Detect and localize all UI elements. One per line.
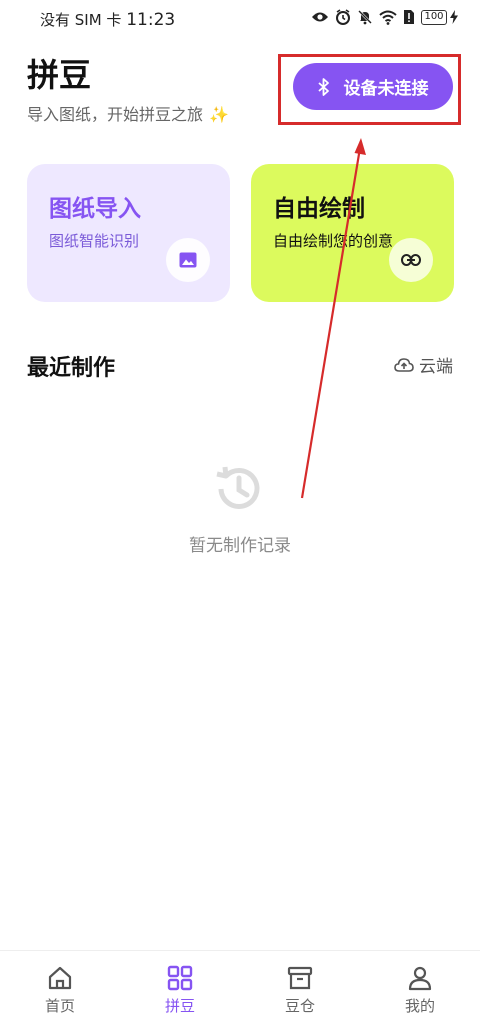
mute-bell-icon xyxy=(358,10,372,25)
draw-card-desc: 自由绘制您的创意 xyxy=(273,232,394,250)
eye-icon xyxy=(312,12,328,22)
cloud-button[interactable]: 云端 xyxy=(394,352,453,377)
nav-label-pindou: 拼豆 xyxy=(164,997,195,1015)
import-pattern-card[interactable]: 图纸导入 图纸智能识别 xyxy=(27,164,230,302)
grid-icon xyxy=(167,965,193,991)
page-title: 拼豆 xyxy=(27,56,92,94)
image-icon xyxy=(166,238,210,282)
screen: 没有 SIM 卡 11:23 100 拼豆 导入图纸，开始拼豆之旅 ✨ 设备未连… xyxy=(0,0,480,1027)
empty-state-text: 暂无制作记录 xyxy=(189,536,291,556)
import-card-desc: 图纸智能识别 xyxy=(49,232,140,250)
wifi-icon xyxy=(379,10,397,25)
subtitle-text: 导入图纸，开始拼豆之旅 xyxy=(27,105,204,124)
bottom-nav: 首页 拼豆 豆仓 我的 xyxy=(0,950,480,1027)
battery-level: 100 xyxy=(421,9,447,25)
carrier-text: 没有 SIM 卡 xyxy=(40,11,122,29)
nav-item-home[interactable]: 首页 xyxy=(0,951,120,1027)
nav-item-douchang[interactable]: 豆仓 xyxy=(240,951,360,1027)
nav-item-profile[interactable]: 我的 xyxy=(360,951,480,1027)
nav-item-pindou[interactable]: 拼豆 xyxy=(120,951,240,1027)
connect-button-label: 设备未连接 xyxy=(343,79,429,99)
clock: 11:23 xyxy=(126,10,176,30)
alarm-icon xyxy=(336,9,350,25)
free-draw-card[interactable]: 自由绘制 自由绘制您的创意 xyxy=(251,164,454,302)
person-icon xyxy=(408,966,432,991)
status-bar: 没有 SIM 卡 11:23 100 xyxy=(0,0,480,38)
import-card-title: 图纸导入 xyxy=(49,196,141,222)
home-icon xyxy=(48,966,72,990)
device-connect-button[interactable]: 设备未连接 xyxy=(293,63,453,110)
nav-label-douchang: 豆仓 xyxy=(284,997,315,1015)
link-icon xyxy=(389,238,433,282)
sim-alert-icon xyxy=(404,10,414,24)
status-icons: 100 xyxy=(311,9,458,25)
battery: 100 xyxy=(421,9,458,25)
archive-icon xyxy=(287,966,313,990)
page-subtitle: 导入图纸，开始拼豆之旅 ✨ xyxy=(27,101,229,125)
recent-section-title: 最近制作 xyxy=(27,356,116,381)
nav-label-home: 首页 xyxy=(44,997,75,1015)
draw-card-title: 自由绘制 xyxy=(273,196,365,222)
bluetooth-icon xyxy=(317,77,329,96)
cloud-label: 云端 xyxy=(419,357,453,377)
status-left: 没有 SIM 卡 11:23 xyxy=(40,9,175,30)
cloud-upload-icon xyxy=(394,357,414,372)
nav-label-profile: 我的 xyxy=(404,997,435,1015)
sparkle-icon: ✨ xyxy=(209,105,229,124)
history-icon xyxy=(216,466,260,509)
charging-bolt-icon xyxy=(450,10,458,24)
